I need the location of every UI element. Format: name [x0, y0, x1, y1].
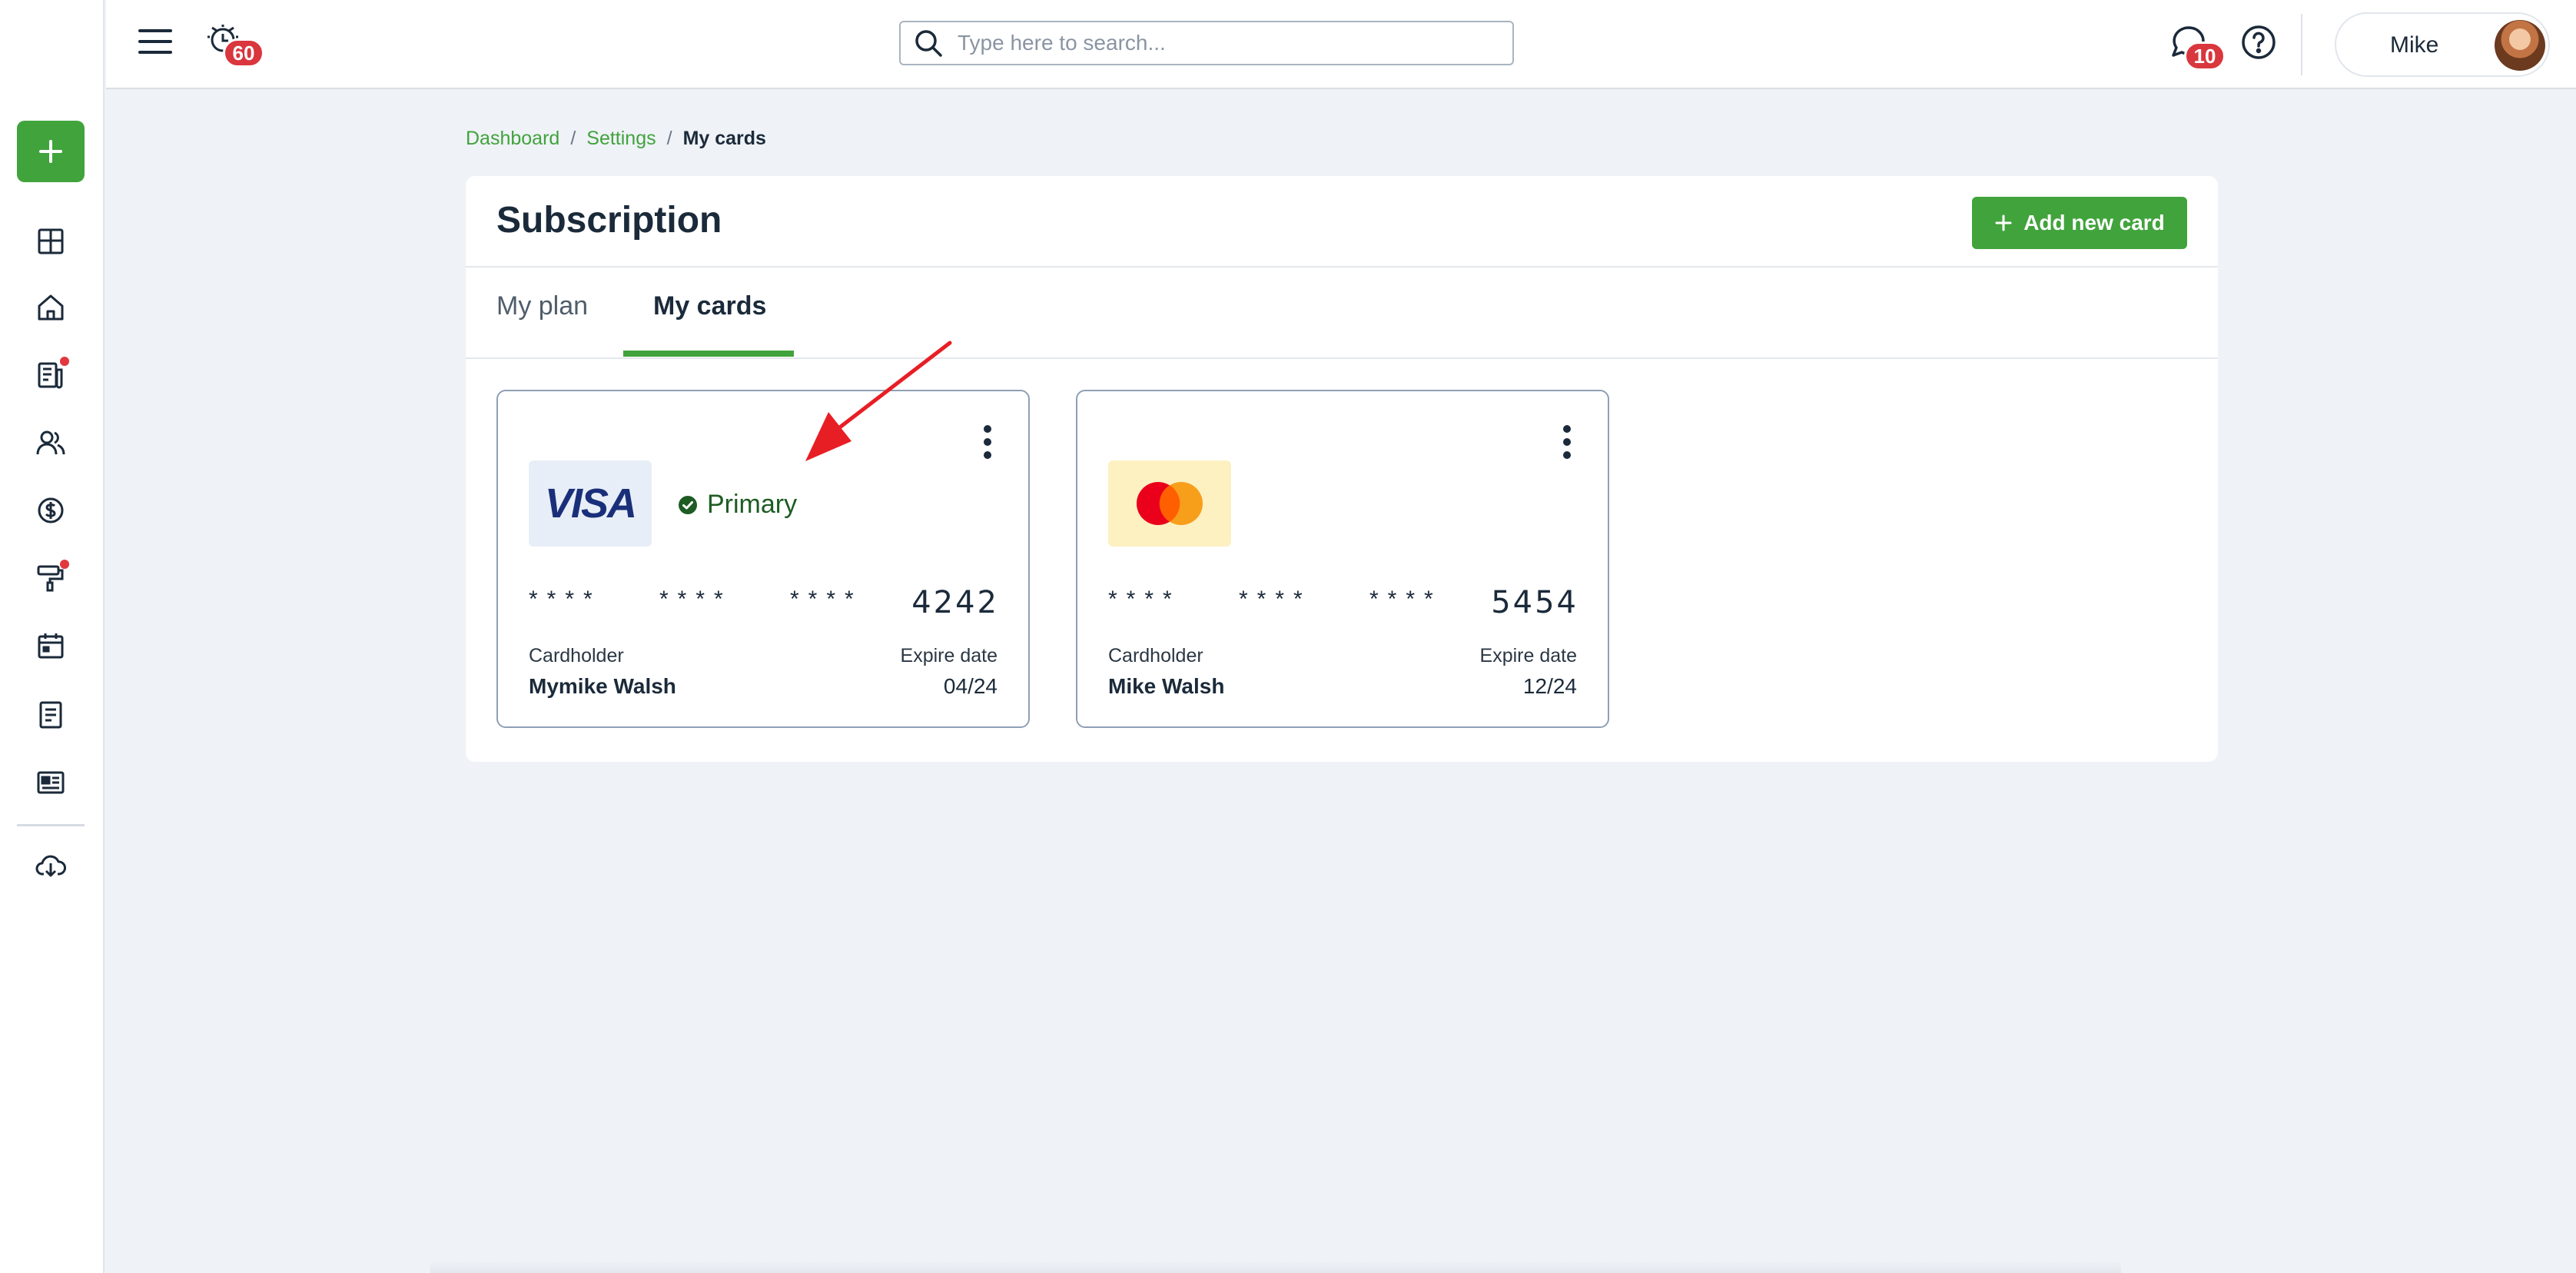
mastercard-circles-icon	[1137, 482, 1203, 525]
add-new-card-label: Add new card	[2023, 211, 2165, 234]
notification-dot	[60, 357, 69, 366]
kebab-dot	[1563, 451, 1571, 459]
plus-icon	[39, 140, 62, 163]
kebab-dot	[984, 425, 991, 433]
sidebar-item-reports[interactable]	[31, 355, 71, 395]
breadcrumb-settings-link[interactable]: Settings	[586, 128, 656, 150]
dashboard-grid-icon	[38, 228, 64, 254]
masked-group: ****	[1239, 587, 1312, 612]
kebab-dot	[1563, 438, 1571, 446]
panel-divider	[466, 266, 2218, 268]
masked-group: ****	[529, 587, 602, 612]
help-button[interactable]	[2239, 23, 2278, 61]
cardholder-label: Cardholder	[529, 645, 624, 666]
document-icon	[39, 701, 62, 729]
sidebar-item-billing[interactable]	[31, 490, 71, 530]
search-input[interactable]	[958, 24, 1512, 62]
sidebar-divider	[17, 824, 85, 826]
expire-date-label: Expire date	[900, 645, 998, 666]
cardholder-name: Mymike Walsh	[529, 674, 676, 698]
calendar-icon	[38, 633, 64, 659]
visa-logo: VISA	[529, 460, 652, 547]
kebab-dot	[1563, 425, 1571, 433]
plus-icon	[1995, 214, 2012, 231]
user-menu-button[interactable]: Mike	[2335, 12, 2550, 77]
breadcrumb-dashboard-link[interactable]: Dashboard	[466, 128, 559, 150]
sidebar-item-calendar[interactable]	[31, 626, 71, 666]
cardholder-label: Cardholder	[1108, 645, 1203, 666]
active-tab-indicator	[623, 351, 794, 357]
cloud-download-icon	[35, 855, 66, 877]
menu-toggle-button[interactable]	[137, 23, 174, 60]
breadcrumb-current: My cards	[682, 128, 766, 149]
subscription-panel: Subscription Add new card My plan My car…	[466, 176, 2218, 762]
card-number: **** **** **** 5454	[1108, 585, 1578, 623]
breadcrumb-separator: /	[570, 128, 576, 149]
avatar	[2495, 20, 2545, 71]
topbar-divider	[2301, 14, 2302, 75]
tab-my-plan[interactable]: My plan	[496, 291, 588, 321]
alarm-count-badge: 60	[223, 38, 264, 68]
kebab-dot	[984, 451, 991, 459]
home-icon	[38, 294, 64, 321]
sidebar-item-download[interactable]	[31, 846, 71, 886]
breadcrumb: Dashboard / Settings / My cards	[466, 128, 766, 150]
billing-dollar-icon	[38, 497, 64, 523]
hamburger-icon	[138, 29, 172, 54]
sidebar-item-users[interactable]	[31, 423, 71, 463]
sidebar-item-paint[interactable]	[31, 558, 71, 598]
mastercard-logo	[1108, 460, 1231, 547]
primary-label: Primary	[707, 490, 798, 519]
card-last-four: 4242	[911, 585, 999, 620]
tabs-divider	[466, 357, 2218, 359]
users-icon	[36, 430, 65, 455]
check-circle-icon	[679, 495, 697, 514]
news-icon	[37, 771, 65, 794]
messages-count-badge: 10	[2184, 42, 2226, 71]
masked-group: ****	[1369, 587, 1442, 612]
masked-group: ****	[790, 587, 863, 612]
add-new-card-button[interactable]: Add new card	[1972, 197, 2187, 249]
card-options-button[interactable]	[978, 422, 998, 462]
sidebar	[0, 0, 105, 1273]
card-number: **** **** **** 4242	[529, 585, 999, 623]
breadcrumb-separator: /	[666, 128, 672, 149]
search-icon	[915, 30, 942, 57]
card-last-four: 5454	[1491, 585, 1578, 620]
tab-my-cards[interactable]: My cards	[653, 291, 766, 321]
kebab-dot	[984, 438, 991, 446]
help-circle-icon	[2242, 25, 2276, 59]
visa-logo-text: VISA	[544, 480, 637, 527]
expire-date-value: 04/24	[943, 674, 998, 698]
bottom-shadow	[430, 1261, 2121, 1273]
sidebar-item-dashboard[interactable]	[31, 221, 71, 261]
masked-group: ****	[659, 587, 732, 612]
cardholder-name: Mike Walsh	[1108, 674, 1225, 698]
top-bar: 60 10 Mike	[106, 0, 2576, 89]
user-name: Mike	[2390, 32, 2439, 58]
card-options-button[interactable]	[1557, 422, 1577, 462]
payment-card-mastercard[interactable]: **** **** **** 5454 Cardholder Expire da…	[1076, 390, 1609, 728]
page-title: Subscription	[496, 200, 722, 241]
sidebar-item-documents[interactable]	[31, 695, 71, 735]
sidebar-item-home[interactable]	[31, 288, 71, 327]
sidebar-add-button[interactable]	[17, 121, 85, 182]
sidebar-item-news[interactable]	[31, 763, 71, 803]
search-box[interactable]	[899, 21, 1514, 65]
messages-button[interactable]: 10	[2169, 23, 2226, 71]
notification-dot	[60, 560, 69, 569]
payment-card-visa[interactable]: VISA Primary **** **** **** 4242 Cardhol…	[496, 390, 1030, 728]
expire-date-label: Expire date	[1479, 645, 1577, 666]
primary-status: Primary	[678, 490, 797, 520]
expire-date-value: 12/24	[1522, 674, 1577, 698]
alarm-button[interactable]: 60	[206, 22, 264, 68]
masked-group: ****	[1108, 587, 1181, 612]
